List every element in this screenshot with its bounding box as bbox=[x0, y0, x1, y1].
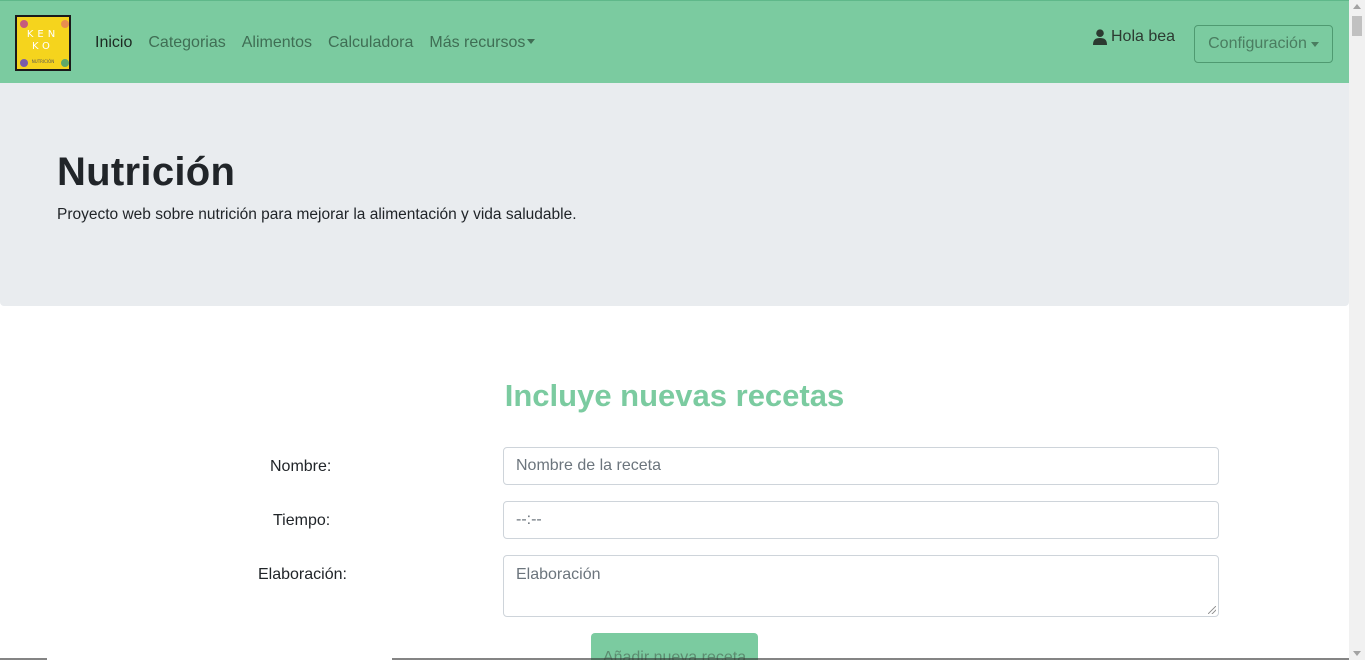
flower-decoration bbox=[61, 20, 69, 28]
logo-tagline: NUTRICIÓN bbox=[31, 59, 55, 64]
nombre-label: Nombre: bbox=[270, 458, 332, 475]
nav-link-inicio[interactable]: Inicio bbox=[95, 34, 132, 52]
nombre-input[interactable]: Nombre de la receta bbox=[503, 447, 1219, 485]
nav-link-mas-recursos[interactable]: Más recursos bbox=[429, 34, 536, 52]
user-icon bbox=[1093, 29, 1107, 45]
nav-link-calculadora[interactable]: Calculadora bbox=[328, 34, 413, 52]
resize-handle-icon[interactable] bbox=[1208, 606, 1216, 614]
elaboracion-textarea[interactable]: Elaboración bbox=[503, 555, 1219, 617]
page-subtitle: Proyecto web sobre nutrición para mejora… bbox=[57, 206, 577, 223]
user-greeting[interactable]: Hola bea bbox=[1093, 28, 1175, 46]
jumbotron: Nutrición Proyecto web sobre nutrición p… bbox=[0, 83, 1349, 306]
vertical-scrollbar[interactable] bbox=[1349, 0, 1365, 660]
form-title: Incluye nuevas recetas bbox=[504, 378, 845, 413]
page-title: Nutrición bbox=[57, 150, 236, 194]
tiempo-label: Tiempo: bbox=[273, 512, 331, 529]
nav-links: Inicio Categorias Alimentos Calculadora … bbox=[95, 34, 551, 52]
config-dropdown-button[interactable]: Configuración bbox=[1194, 25, 1333, 63]
logo[interactable]: KEN KO NUTRICIÓN bbox=[15, 15, 71, 71]
user-greeting-text: Hola bea bbox=[1111, 28, 1176, 45]
scrollbar-thumb[interactable] bbox=[1352, 16, 1362, 36]
config-label: Configuración bbox=[1208, 35, 1307, 52]
flower-decoration bbox=[20, 20, 28, 28]
tiempo-time-input[interactable]: --:-- bbox=[503, 501, 1219, 539]
scroll-up-arrow-icon[interactable] bbox=[1353, 4, 1361, 9]
scroll-down-arrow-icon[interactable] bbox=[1353, 651, 1361, 656]
logo-text-line2: KO bbox=[32, 41, 54, 52]
tiempo-placeholder: --:-- bbox=[516, 511, 542, 528]
nav-link-mas-recursos-label: Más recursos bbox=[429, 34, 526, 51]
elaboracion-label: Elaboración: bbox=[258, 566, 347, 583]
logo-text-line1: KEN bbox=[26, 29, 60, 40]
navbar: KEN KO NUTRICIÓN Inicio Categorias Alime… bbox=[0, 0, 1349, 83]
elaboracion-placeholder: Elaboración bbox=[516, 566, 601, 583]
nav-link-categorias[interactable]: Categorias bbox=[148, 34, 225, 52]
page: KEN KO NUTRICIÓN Inicio Categorias Alime… bbox=[0, 0, 1349, 660]
nombre-placeholder: Nombre de la receta bbox=[516, 457, 661, 474]
add-recipe-button[interactable]: Añadir nueva receta bbox=[591, 633, 758, 660]
chevron-down-icon bbox=[1310, 41, 1319, 47]
nav-link-alimentos[interactable]: Alimentos bbox=[242, 34, 312, 52]
chevron-down-icon bbox=[527, 39, 536, 44]
